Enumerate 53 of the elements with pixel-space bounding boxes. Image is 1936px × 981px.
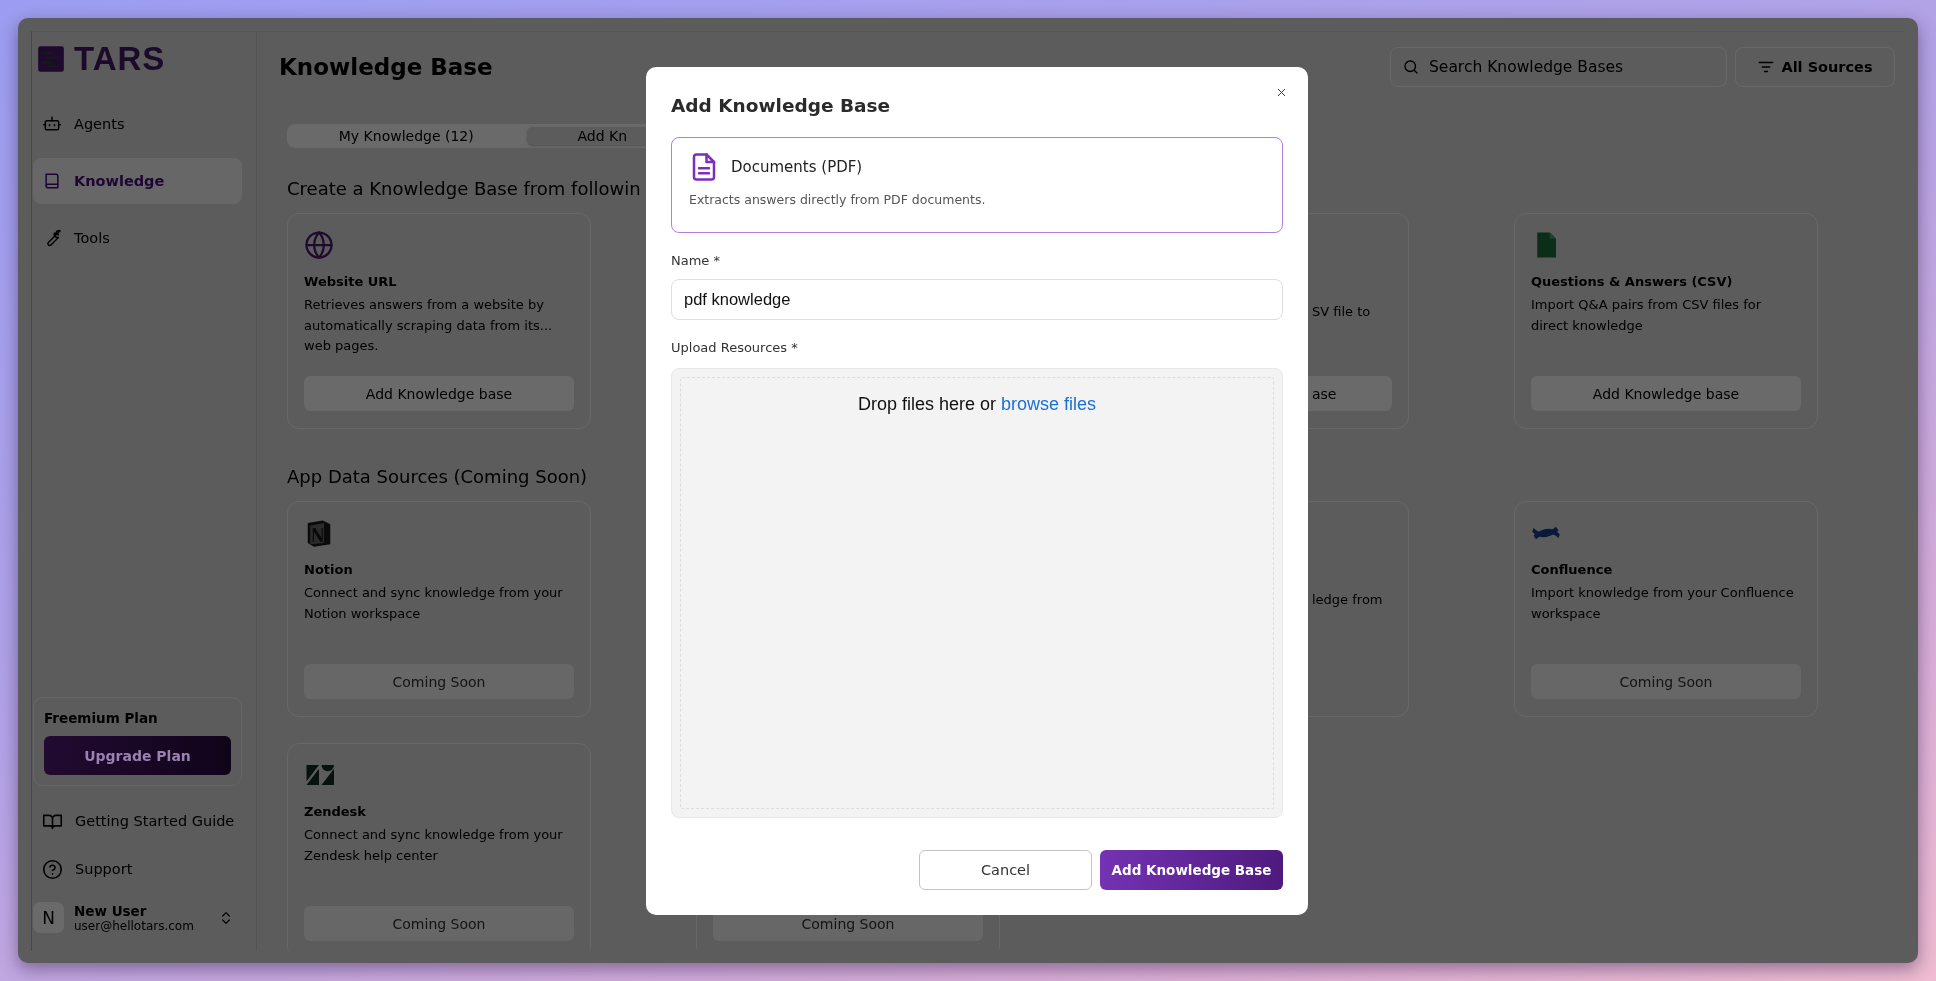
user-name: New User: [74, 902, 148, 919]
logo-text: TARS: [74, 44, 166, 74]
card-description: Import Q&A pairs from CSV files for direct knowledge: [1531, 296, 1763, 335]
section-heading: Create a Knowledge Base from followin: [287, 177, 641, 201]
add-button[interactable]: Add Knowledge base: [1531, 376, 1801, 411]
source-description: Extracts answers directly from PDF documents.: [689, 192, 987, 207]
card-title: Zendesk: [304, 803, 367, 821]
add-knowledge-base-button[interactable]: Add Knowledge Base: [1100, 850, 1283, 890]
tab[interactable]: My Knowledge (12): [290, 127, 523, 145]
card-title: Questions & Answers (CSV): [1531, 273, 1734, 291]
nav-item[interactable]: Agents: [33, 101, 242, 147]
nav-item[interactable]: Tools: [33, 215, 242, 261]
help-icon: [42, 858, 63, 880]
filter-button[interactable]: All Sources: [1735, 47, 1895, 87]
card-description: Connect and sync knowledge from your Notion workspace: [304, 584, 564, 623]
page-title: Knowledge Base: [279, 54, 494, 80]
card-title: Notion: [304, 561, 354, 579]
dropzone-text: Drop files here or browse files: [856, 394, 1098, 415]
sidebar-link[interactable]: Support: [33, 846, 242, 892]
card-title: Website URL: [304, 273, 398, 291]
nav-item[interactable]: Knowledge: [33, 158, 242, 204]
upgrade-button[interactable]: Upgrade Plan: [44, 736, 231, 775]
card-description: ledge from: [1311, 591, 1384, 609]
source-title: Documents (PDF): [731, 158, 863, 176]
card-description: Import knowledge from your Confluence workspace: [1531, 584, 1795, 623]
browse-files-link[interactable]: browse files: [1001, 394, 1097, 414]
user-avatar: N: [33, 902, 64, 933]
field-label: Name *: [671, 253, 721, 270]
coming-soon-button: Coming Soon: [1531, 664, 1801, 699]
robot-icon: [42, 114, 62, 134]
card-title: Confluence: [1531, 561, 1614, 579]
close-icon: [1275, 86, 1288, 99]
field-label: Upload Resources *: [671, 340, 799, 357]
book-icon: [42, 171, 62, 191]
search-icon: [1402, 58, 1420, 76]
coming-soon-button: Coming Soon: [304, 664, 574, 699]
globe-icon: [304, 230, 334, 260]
card-description: Retrieves answers from a website by automatically scraping data from its... web pages.: [304, 296, 554, 355]
card-description: SV file to: [1311, 303, 1372, 321]
user-email: user@hellotars.com: [74, 918, 194, 933]
name-field[interactable]: pdf knowledge: [671, 279, 1283, 320]
coming-soon-button: Coming Soon: [304, 906, 574, 941]
logo-icon: [37, 45, 65, 73]
card-description: Connect and sync knowledge from your Zendesk help center: [304, 826, 564, 865]
sidebar-link[interactable]: Getting Started Guide: [33, 798, 242, 844]
cancel-button[interactable]: Cancel: [919, 850, 1092, 890]
search-field[interactable]: Search Knowledge Bases: [1390, 47, 1727, 87]
selected-source-card[interactable]: Documents (PDF) Extracts answers directly from PDF documents.: [671, 137, 1283, 233]
section-heading: App Data Sources (Coming Soon): [287, 465, 588, 489]
plan-title: Freemium Plan: [44, 710, 159, 726]
modal-title: Add Knowledge Base: [671, 94, 892, 118]
dropzone[interactable]: Drop files here or browse files: [671, 368, 1283, 818]
add-button[interactable]: Add Knowledge base: [304, 376, 574, 411]
